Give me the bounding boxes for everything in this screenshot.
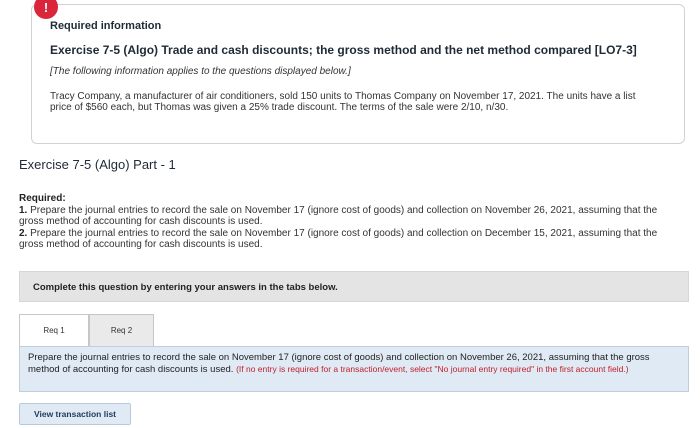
- prompt-paragraph: Prepare the journal entries to record th…: [28, 352, 676, 375]
- part-title: Exercise 7-5 (Algo) Part - 1: [19, 157, 176, 172]
- exercise-title: Exercise 7-5 (Algo) Trade and cash disco…: [50, 43, 637, 57]
- alert-icon: !: [34, 0, 58, 19]
- required-information-heading: Required information: [50, 20, 162, 32]
- required-instructions: Required: 1. Prepare the journal entries…: [19, 193, 669, 251]
- required-item-2: Prepare the journal entries to record th…: [19, 227, 658, 251]
- complete-question-banner: Complete this question by entering your …: [19, 271, 689, 302]
- required-label: Required:: [19, 193, 66, 204]
- required-item-1: Prepare the journal entries to record th…: [19, 204, 658, 228]
- question-prompt: Prepare the journal entries to record th…: [19, 346, 689, 392]
- required-item-1-number: 1.: [19, 204, 28, 216]
- required-item-2-number: 2.: [19, 227, 28, 239]
- complete-question-text: Complete this question by entering your …: [33, 282, 338, 293]
- prompt-hint: (If no entry is required for a transacti…: [236, 363, 629, 374]
- exercise-note: [The following information applies to th…: [50, 66, 351, 77]
- tab-req-2[interactable]: Req 2: [89, 314, 154, 346]
- tab-req-1[interactable]: Req 1: [19, 314, 89, 346]
- required-information-panel: ! Required information Exercise 7-5 (Alg…: [31, 0, 685, 144]
- view-transaction-list-button[interactable]: View transaction list: [19, 403, 131, 425]
- exercise-description: Tracy Company, a manufacturer of air con…: [50, 91, 636, 113]
